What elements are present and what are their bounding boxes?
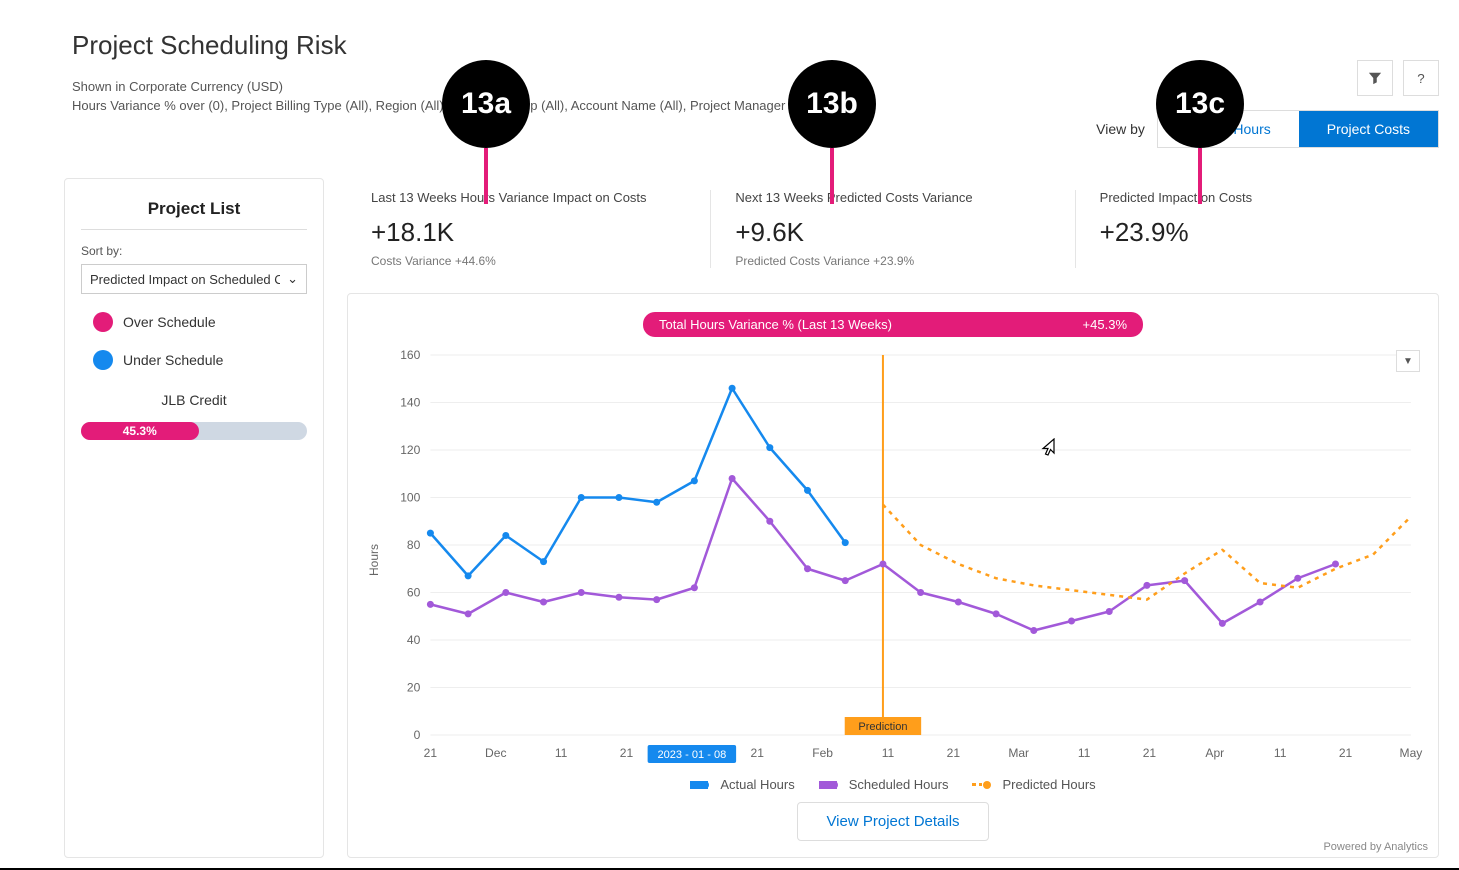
- svg-text:60: 60: [407, 586, 421, 600]
- svg-text:11: 11: [1274, 746, 1287, 760]
- svg-text:21: 21: [947, 746, 961, 760]
- svg-text:0: 0: [414, 728, 421, 742]
- svg-text:80: 80: [407, 538, 421, 552]
- funnel-icon: [1368, 71, 1382, 85]
- banner-label: Total Hours Variance % (Last 13 Weeks): [659, 317, 892, 332]
- legend-actual: Actual Hours: [690, 777, 794, 792]
- under-schedule-label: Under Schedule: [123, 352, 223, 368]
- svg-text:100: 100: [400, 491, 420, 505]
- svg-text:11: 11: [555, 746, 568, 760]
- annotation-stem: [484, 148, 488, 204]
- cursor-icon: [1039, 438, 1055, 463]
- legend-predicted: Predicted Hours: [972, 777, 1095, 792]
- metric-value: +18.1K: [371, 217, 686, 248]
- sidebar-title: Project List: [81, 199, 307, 230]
- variance-banner: Total Hours Variance % (Last 13 Weeks) +…: [643, 312, 1143, 337]
- annotation-13b: 13b: [788, 60, 876, 204]
- chart-menu-dropdown[interactable]: ▼: [1396, 350, 1420, 372]
- blue-dot-icon: [93, 350, 113, 370]
- svg-text:140: 140: [400, 396, 420, 410]
- toggle-project-costs[interactable]: Project Costs: [1299, 111, 1438, 147]
- question-icon: ?: [1417, 71, 1424, 86]
- project-variance-bar[interactable]: 45.3%: [81, 422, 307, 440]
- page-title: Project Scheduling Risk: [72, 30, 1459, 61]
- metric-label: Predicted Impact on Costs: [1100, 190, 1415, 205]
- annotation-13c: 13c: [1156, 60, 1244, 204]
- filter-icon-button[interactable]: [1357, 60, 1393, 96]
- project-list-panel: Project List Sort by: Predicted Impact o…: [64, 178, 324, 858]
- svg-text:May: May: [1400, 746, 1423, 760]
- svg-text:Hours: Hours: [367, 544, 381, 576]
- legend-under-schedule: Under Schedule: [81, 350, 307, 370]
- metric-label: Next 13 Weeks Predicted Costs Variance: [735, 190, 1050, 205]
- svg-text:Dec: Dec: [485, 746, 506, 760]
- svg-text:2023 - 01 - 08: 2023 - 01 - 08: [657, 749, 726, 761]
- metric-value: +9.6K: [735, 217, 1050, 248]
- svg-text:20: 20: [407, 681, 421, 695]
- svg-text:11: 11: [1078, 746, 1091, 760]
- view-project-details-button[interactable]: View Project Details: [797, 802, 988, 841]
- svg-text:40: 40: [407, 633, 421, 647]
- over-schedule-label: Over Schedule: [123, 314, 216, 330]
- chart-legend: Actual Hours Scheduled Hours Predicted H…: [360, 777, 1426, 792]
- svg-text:21: 21: [1339, 746, 1353, 760]
- viewby-label: View by: [1096, 121, 1145, 137]
- svg-text:Prediction: Prediction: [858, 721, 907, 733]
- sort-dropdown[interactable]: Predicted Impact on Scheduled Co ⌄: [81, 264, 307, 294]
- svg-text:Mar: Mar: [1008, 746, 1029, 760]
- legend-scheduled: Scheduled Hours: [819, 777, 949, 792]
- metric-predicted-impact: Predicted Impact on Costs +23.9%: [1075, 190, 1439, 268]
- annotation-circle: 13a: [442, 60, 530, 148]
- chart-panel: Total Hours Variance % (Last 13 Weeks) +…: [347, 293, 1439, 858]
- svg-text:21: 21: [1143, 746, 1157, 760]
- svg-text:11: 11: [882, 746, 895, 760]
- sort-selected-text: Predicted Impact on Scheduled Co: [90, 272, 280, 287]
- svg-text:21: 21: [751, 746, 765, 760]
- svg-text:Apr: Apr: [1205, 746, 1224, 760]
- svg-text:Feb: Feb: [812, 746, 833, 760]
- annotation-stem: [1198, 148, 1202, 204]
- currency-subtitle: Shown in Corporate Currency (USD): [72, 79, 1459, 94]
- pink-dot-icon: [93, 312, 113, 332]
- project-name[interactable]: JLB Credit: [81, 392, 307, 408]
- metric-value: +23.9%: [1100, 217, 1415, 248]
- project-variance-fill: 45.3%: [81, 422, 199, 440]
- annotation-13a: 13a: [442, 60, 530, 204]
- metric-sub: Costs Variance +44.6%: [371, 254, 686, 268]
- svg-text:120: 120: [400, 443, 420, 457]
- hours-line-chart[interactable]: 0 20 40 60 80 100 120 140 160 Hours Prediction 21 De…: [360, 345, 1426, 775]
- sortby-label: Sort by:: [81, 244, 307, 258]
- metric-next-13-weeks: Next 13 Weeks Predicted Costs Variance +…: [710, 190, 1074, 268]
- banner-value: +45.3%: [1083, 317, 1127, 332]
- svg-text:21: 21: [424, 746, 438, 760]
- svg-text:160: 160: [400, 348, 420, 362]
- annotation-stem: [830, 148, 834, 204]
- chevron-down-icon: ⌄: [287, 271, 298, 287]
- help-icon-button[interactable]: ?: [1403, 60, 1439, 96]
- annotation-circle: 13b: [788, 60, 876, 148]
- svg-text:21: 21: [620, 746, 634, 760]
- legend-over-schedule: Over Schedule: [81, 312, 307, 332]
- metric-sub: Predicted Costs Variance +23.9%: [735, 254, 1050, 268]
- powered-by-label: Powered by Analytics: [1323, 841, 1428, 853]
- annotation-circle: 13c: [1156, 60, 1244, 148]
